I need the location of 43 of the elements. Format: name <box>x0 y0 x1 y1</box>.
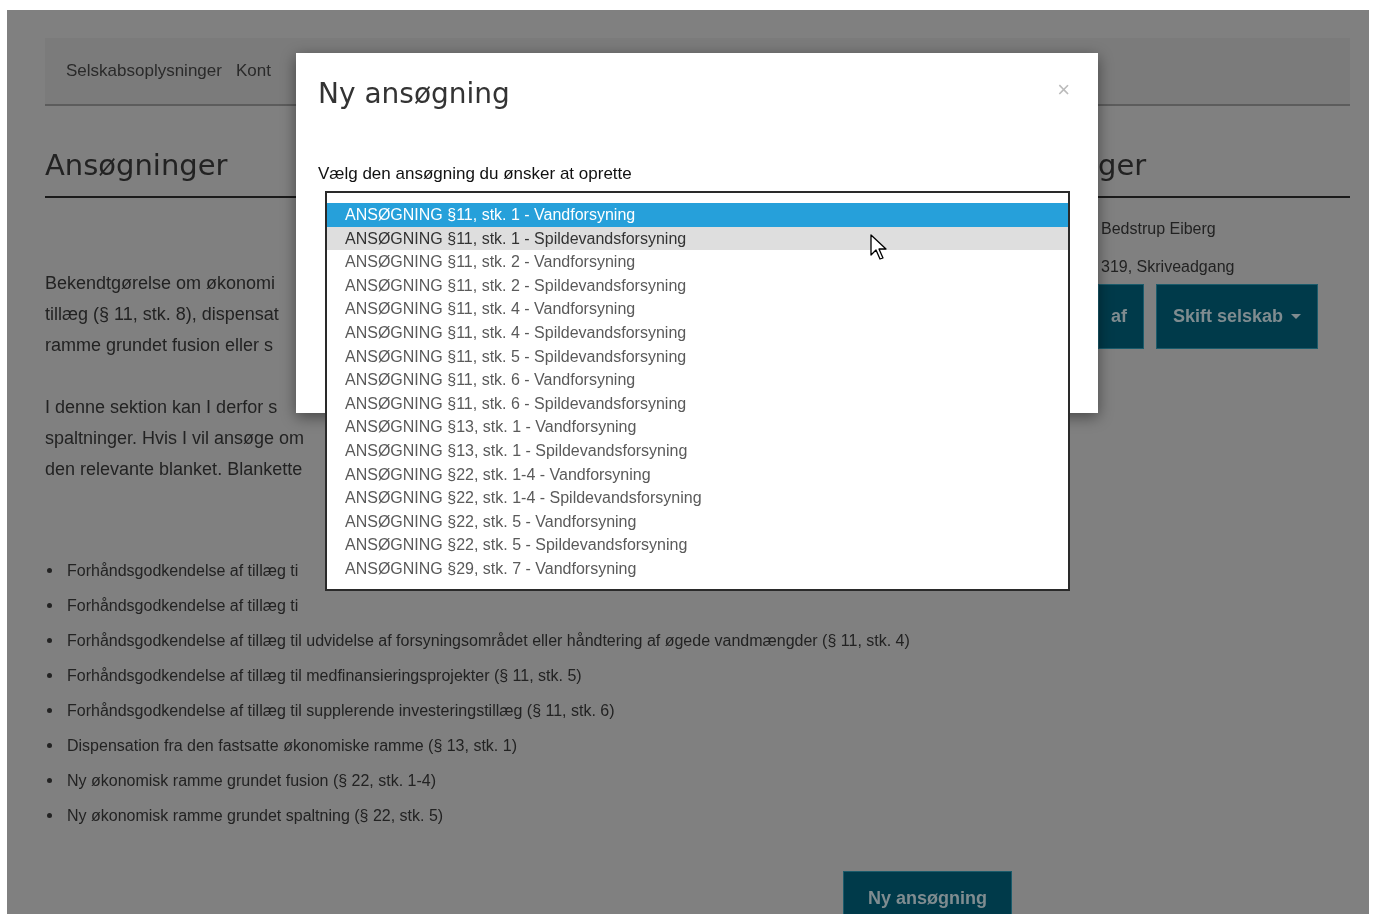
list-item: Forhåndsgodkendelse af tillæg til udvidelse af forsyningsområdet eller håndtering af øgede vandmængder (§ 11, stk. 4) <box>67 631 910 650</box>
dropdown-option[interactable]: ANSØGNING §11, stk. 5 - Spildevandsforsyning <box>327 344 1068 369</box>
dropdown-option[interactable]: ANSØGNING §11, stk. 6 - Spildevandsforsyning <box>327 391 1068 416</box>
dropdown-option[interactable]: ANSØGNING §11, stk. 2 - Vandforsyning <box>327 250 1068 274</box>
bullet-icon <box>47 568 52 573</box>
list-item: Dispensation fra den fastsatte økonomiske ramme (§ 13, stk. 1) <box>67 736 517 755</box>
bullet-icon <box>47 743 52 748</box>
action-button[interactable]: Skift selskab <box>1156 284 1319 349</box>
dropdown-option[interactable]: ANSØGNING §22, stk. 5 - Vandforsyning <box>327 509 1068 534</box>
field-label: Vælg den ansøgning du ønsker at oprette <box>318 164 633 184</box>
dropdown-option[interactable]: ANSØGNING §11, stk. 6 - Vandforsyning <box>327 368 1068 392</box>
new-application-button[interactable]: Ny ansøgning <box>843 871 1012 914</box>
bullet-icon <box>47 603 52 608</box>
list-item: Forhåndsgodkendelse af tillæg til medfinansieringsprojekter (§ 11, stk. 5) <box>67 666 582 685</box>
bullet-icon <box>47 813 52 818</box>
list-item: Forhåndsgodkendelse af tillæg ti <box>67 596 299 615</box>
paragraph-line: tillæg (§ 11, stk. 8), dispensat <box>45 303 279 326</box>
list-item: Forhåndsgodkendelse af tillæg til supplerende investeringstillæg (§ 11, stk. 6) <box>67 701 615 720</box>
dropdown-option[interactable]: ANSØGNING §11, stk. 2 - Spildevandsforsyning <box>327 273 1068 298</box>
dropdown-option[interactable]: ANSØGNING §22, stk. 1-4 - Spildevandsforsyning <box>327 486 1068 510</box>
paragraph-line: Bekendtgørelse om økonomi <box>45 272 276 295</box>
list-item: Forhåndsgodkendelse af tillæg ti <box>67 561 299 580</box>
bullet-icon <box>47 708 52 713</box>
dropdown-option[interactable]: ANSØGNING §11, stk. 4 - Spildevandsforsyning <box>327 320 1068 345</box>
paragraph-line: spaltninger. Hvis I vil ansøge om <box>45 427 305 450</box>
paragraph-line: den relevante blanket. Blankette <box>45 458 303 481</box>
bullet-icon <box>47 673 52 678</box>
bullet-icon <box>47 638 52 643</box>
list-item: Ny økonomisk ramme grundet spaltning (§ 22, stk. 5) <box>67 806 444 825</box>
action-button[interactable]: af <box>1098 284 1144 349</box>
info-text: Bedstrup Eiberg <box>1100 219 1217 239</box>
paragraph-line: I denne sektion kan I derfor s <box>45 396 278 419</box>
dropdown-option[interactable]: ANSØGNING §11, stk. 1 - Spildevandsforsyning <box>327 226 1068 251</box>
dropdown-option[interactable]: ANSØGNING §22, stk. 1-4 - Vandforsyning <box>327 462 1068 487</box>
dropdown-option[interactable]: ANSØGNING §22, stk. 5 - Spildevandsforsyning <box>327 533 1068 557</box>
list-item: Ny økonomisk ramme grundet fusion (§ 22, stk. 1-4) <box>67 771 437 790</box>
dropdown-option[interactable]: ANSØGNING §11, stk. 4 - Vandforsyning <box>327 297 1068 321</box>
dropdown-option[interactable]: ANSØGNING §29, stk. 7 - Vandforsyning <box>327 556 1068 581</box>
bullet-icon <box>47 778 52 783</box>
info-text: 319, Skriveadgang <box>1100 257 1236 277</box>
dropdown-option[interactable]: ANSØGNING §13, stk. 1 - Vandforsyning <box>327 415 1068 439</box>
paragraph-line: ramme grundet fusion eller s <box>45 334 274 357</box>
dropdown-option[interactable]: ANSØGNING §13, stk. 1 - Spildevandsforsyning <box>327 438 1068 463</box>
